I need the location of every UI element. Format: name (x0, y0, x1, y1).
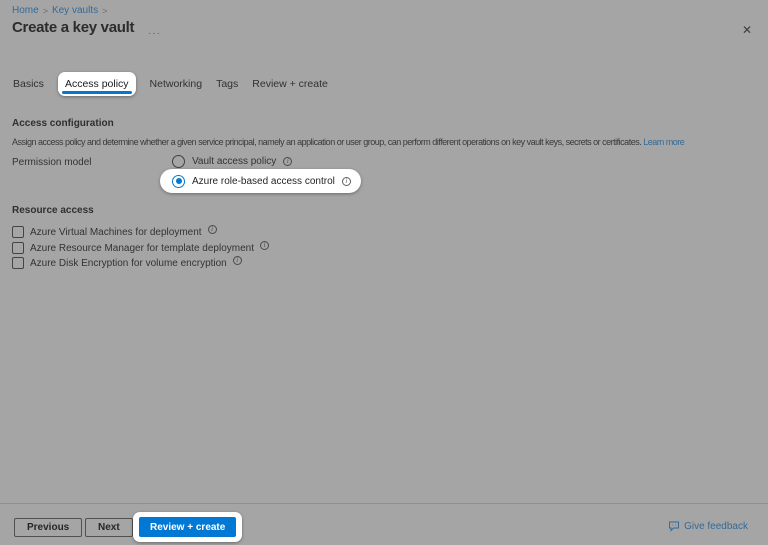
access-configuration-description: Assign access policy and determine wheth… (12, 137, 685, 147)
tab-basics[interactable]: Basics (13, 78, 44, 90)
checkbox-label: Azure Resource Manager for template depl… (30, 242, 255, 254)
radio-vault-access-policy[interactable]: Vault access policy i (172, 154, 293, 169)
checkbox-label: Azure Disk Encryption for volume encrypt… (30, 257, 227, 269)
radio-selected-icon (172, 174, 185, 188)
previous-button[interactable]: Previous (14, 518, 83, 537)
review-create-highlight: Review + create (133, 512, 243, 542)
give-feedback-label: Give feedback (684, 520, 748, 532)
review-create-button[interactable]: Review + create (139, 517, 237, 537)
breadcrumb-link-home[interactable]: Home (12, 5, 39, 16)
checkbox-icon (12, 257, 24, 269)
breadcrumb-separator-icon: > (102, 5, 108, 16)
breadcrumb-separator-icon: > (42, 5, 48, 16)
next-button[interactable]: Next (85, 518, 133, 537)
give-feedback-link[interactable]: Give feedback (668, 520, 748, 532)
resource-access-heading: Resource access (12, 205, 94, 216)
radio-azure-rbac[interactable]: Azure role-based access control i (160, 169, 361, 193)
close-icon[interactable]: ✕ (742, 24, 752, 36)
tab-tags[interactable]: Tags (216, 78, 238, 90)
access-configuration-heading: Access configuration (12, 118, 114, 129)
learn-more-link[interactable]: Learn more (643, 137, 685, 147)
checkbox-row-template-deployment[interactable]: Azure Resource Manager for template depl… (12, 240, 270, 254)
breadcrumb-link-key-vaults[interactable]: Key vaults (52, 5, 98, 16)
checkbox-row-disk-encryption[interactable]: Azure Disk Encryption for volume encrypt… (12, 255, 242, 269)
info-icon[interactable]: i (283, 157, 293, 166)
give-feedback-icon (669, 521, 680, 532)
info-icon[interactable]: i (207, 224, 217, 234)
radio-label: Vault access policy (192, 156, 277, 167)
checkbox-icon (12, 242, 24, 254)
permission-model-label: Permission model (12, 157, 92, 168)
tab-access-policy[interactable]: Access policy (65, 78, 129, 90)
page-title: Create a key vault (12, 19, 135, 36)
tab-networking[interactable]: Networking (150, 78, 203, 90)
info-icon[interactable]: i (341, 176, 351, 186)
tab-review-create[interactable]: Review + create (252, 78, 328, 90)
checkbox-label: Azure Virtual Machines for deployment (30, 226, 202, 238)
breadcrumb: Home > Key vaults > (12, 5, 107, 16)
more-options-icon[interactable]: ··· (148, 28, 161, 39)
tab-bar: Basics Access policy Networking Tags Rev… (13, 72, 328, 96)
checkbox-icon (12, 226, 24, 238)
radio-label: Azure role-based access control (192, 175, 335, 187)
info-icon[interactable]: i (260, 240, 270, 250)
checkbox-row-vm-deployment[interactable]: Azure Virtual Machines for deployment i (12, 224, 217, 238)
footer-divider (0, 503, 768, 504)
active-tab-underline (61, 91, 132, 94)
radio-unselected-icon (172, 155, 185, 168)
tab-access-policy-highlight: Access policy (57, 72, 136, 96)
info-icon[interactable]: i (232, 255, 242, 265)
